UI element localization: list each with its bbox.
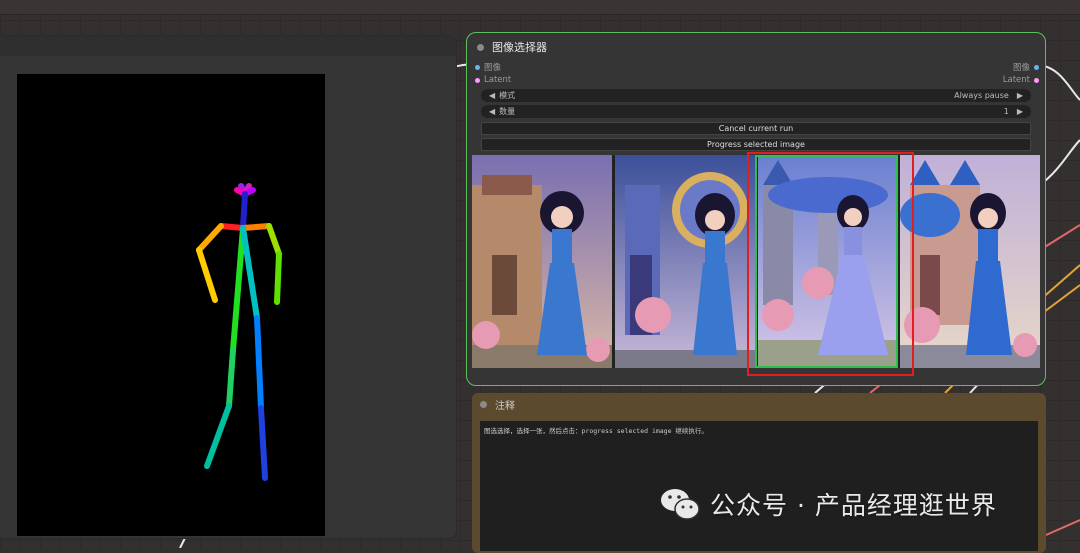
output-slot-latent[interactable]: Latent [1003, 75, 1039, 85]
gallery-thumbnail-1[interactable] [472, 155, 612, 368]
latent-output-dot-icon[interactable] [1034, 77, 1039, 83]
input-latent-label: Latent [484, 75, 512, 85]
collapse-dot-icon[interactable] [480, 401, 487, 408]
right-arrow-icon[interactable]: ▶ [1017, 107, 1023, 116]
output-slot-image[interactable]: 图像 [1013, 61, 1039, 73]
image-output-dot-icon[interactable] [1034, 64, 1039, 70]
right-arrow-icon[interactable]: ▶ [1017, 91, 1023, 100]
pose-preview-header [0, 36, 456, 56]
annotation-red-box [747, 152, 914, 376]
gallery-thumbnail-2[interactable] [614, 155, 755, 368]
selector-title-text: 图像选择器 [492, 41, 547, 54]
output-image-label: 图像 [1012, 63, 1030, 73]
count-label: 数量 [499, 107, 516, 116]
pose-preview-node[interactable] [0, 35, 457, 539]
gallery-thumbnail-4[interactable] [900, 155, 1040, 368]
wechat-watermark: 公众号 · 产品经理逛世界 [660, 486, 997, 522]
progress-selected-image-button[interactable]: Progress selected image [481, 138, 1031, 151]
input-image-label: 图像 [484, 63, 502, 73]
cancel-current-run-button[interactable]: Cancel current run [481, 122, 1031, 135]
wechat-icon [661, 489, 700, 520]
input-slot-image[interactable]: 图像 [475, 61, 501, 73]
count-value: 1 [1003, 107, 1009, 116]
latent-slot-dot-icon[interactable] [475, 77, 480, 83]
note-node[interactable]: 注释 图选选择，选择一张，然后点击：progress selected imag… [472, 393, 1046, 553]
collapse-dot-icon[interactable] [477, 43, 484, 51]
pose-skeleton-image [17, 74, 325, 536]
left-arrow-icon[interactable]: ◀ [489, 107, 495, 116]
pose-skeleton-figure [196, 183, 282, 481]
count-number-widget[interactable]: ◀ 数量 1 ▶ [481, 105, 1031, 118]
mode-label: 模式 [499, 91, 516, 100]
image-slot-dot-icon[interactable] [475, 64, 480, 70]
note-node-title[interactable]: 注释 [480, 397, 515, 412]
note-title-text: 注释 [495, 401, 515, 412]
output-latent-label: Latent [1002, 75, 1030, 85]
watermark-text: 公众号 · 产品经理逛世界 [710, 491, 997, 520]
input-slot-latent[interactable]: Latent [475, 75, 511, 85]
mode-value: Always pause [954, 91, 1009, 100]
selector-node-title[interactable]: 图像选择器 [477, 39, 547, 55]
left-arrow-icon[interactable]: ◀ [489, 91, 495, 100]
mode-combo-widget[interactable]: ◀ 模式 Always pause ▶ [481, 89, 1031, 102]
